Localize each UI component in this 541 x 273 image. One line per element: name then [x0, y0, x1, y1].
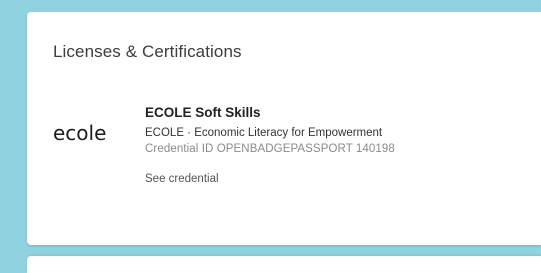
licenses-certifications-card: Licenses & Certifications ecole ECOLE So…: [27, 12, 541, 245]
certification-details: ECOLE Soft Skills ECOLE · Economic Liter…: [145, 104, 395, 187]
certification-issuer: ECOLE · Economic Literacy for Empowermen…: [145, 127, 383, 139]
see-credential-link[interactable]: See credential: [145, 171, 219, 187]
section-title: Licenses & Certifications: [53, 42, 242, 61]
certification-entry: ecole ECOLE Soft Skills ECOLE · Economic…: [53, 104, 395, 187]
issuer-logo[interactable]: ecole: [53, 107, 123, 159]
next-section-card: [27, 256, 541, 273]
issuer-logo-text: ecole: [53, 121, 107, 145]
certification-name[interactable]: ECOLE Soft Skills: [145, 104, 395, 121]
credential-id: Credential ID OPENBADGEPASSPORT 140198: [145, 143, 395, 155]
